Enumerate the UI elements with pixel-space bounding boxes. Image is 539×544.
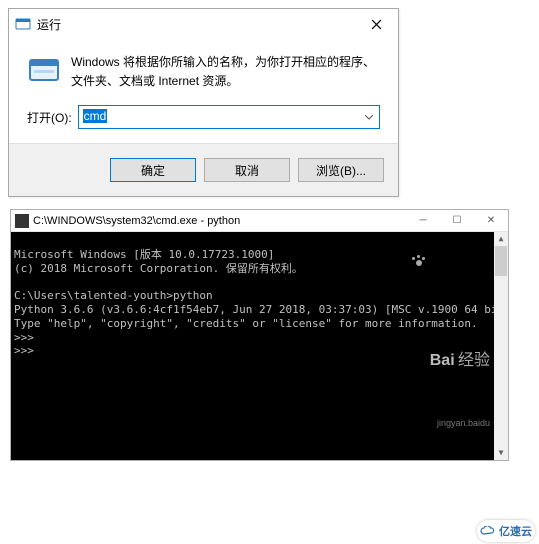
run-input-row: 打开(O): cmd xyxy=(9,95,398,143)
terminal-line: Microsoft Windows [版本 10.0.17723.1000] xyxy=(14,248,274,261)
terminal-line: (c) 2018 Microsoft Corporation. 保留所有权利。 xyxy=(14,262,303,275)
scroll-up-button[interactable]: ▲ xyxy=(494,232,508,246)
terminal-window: C:\WINDOWS\system32\cmd.exe - python ─ ☐… xyxy=(10,209,509,461)
cmd-icon xyxy=(15,214,29,228)
run-titlebar: 运行 xyxy=(9,9,398,39)
terminal-body[interactable]: Microsoft Windows [版本 10.0.17723.1000] (… xyxy=(11,232,508,460)
terminal-line: C:\Users\talented-youth>python xyxy=(14,289,213,302)
terminal-line: >>> xyxy=(14,331,34,344)
watermark-sub: jingyan.baidu xyxy=(373,418,490,429)
terminal-title-text: C:\WINDOWS\system32\cmd.exe - python xyxy=(33,215,240,227)
open-label: 打开(O): xyxy=(27,109,72,126)
cloud-icon xyxy=(480,526,496,536)
watermark-brand-right: 经验 xyxy=(458,352,490,369)
open-combobox[interactable]: cmd xyxy=(78,105,380,129)
combobox-arrow[interactable] xyxy=(360,107,378,127)
run-desc-line1: Windows 将根据你所输入的名称，为你打开相应的程序、 xyxy=(71,55,375,69)
close-button[interactable] xyxy=(354,9,398,39)
brand-pill: 亿速云 xyxy=(477,520,535,542)
run-description: Windows 将根据你所输入的名称，为你打开相应的程序、 文件夹、文档或 In… xyxy=(71,53,375,91)
terminal-scrollbar[interactable]: ▲ ▼ xyxy=(494,232,508,460)
browse-button[interactable]: 浏览(B)... xyxy=(298,158,384,182)
maximize-button[interactable]: ☐ xyxy=(440,210,474,232)
cancel-button[interactable]: 取消 xyxy=(204,158,290,182)
scroll-thumb[interactable] xyxy=(495,246,507,276)
terminal-line: >>> xyxy=(14,344,34,357)
minimize-button[interactable]: ─ xyxy=(406,210,440,232)
run-big-icon xyxy=(27,53,61,87)
run-body: Windows 将根据你所输入的名称，为你打开相应的程序、 文件夹、文档或 In… xyxy=(9,39,398,95)
watermark-brand: Bai 经验 xyxy=(373,233,490,391)
ok-button[interactable]: 确定 xyxy=(110,158,196,182)
run-dialog: 运行 Windows 将根据你所输入的名称，为你打开相应的程序、 文件夹、文档或… xyxy=(8,8,399,197)
run-desc-line2: 文件夹、文档或 Internet 资源。 xyxy=(71,74,238,88)
open-input[interactable] xyxy=(78,105,380,129)
scroll-track[interactable] xyxy=(494,246,508,446)
terminal-close-button[interactable]: ✕ xyxy=(474,210,508,232)
watermark: Bai 经验 jingyan.baidu xyxy=(373,232,490,456)
brand-pill-text: 亿速云 xyxy=(499,523,532,539)
run-title-text: 运行 xyxy=(37,16,354,33)
run-button-row: 确定 取消 浏览(B)... xyxy=(9,143,398,196)
run-icon xyxy=(15,16,31,32)
scroll-down-button[interactable]: ▼ xyxy=(494,446,508,460)
terminal-titlebar: C:\WINDOWS\system32\cmd.exe - python ─ ☐… xyxy=(11,210,508,232)
paw-icon xyxy=(409,253,429,267)
